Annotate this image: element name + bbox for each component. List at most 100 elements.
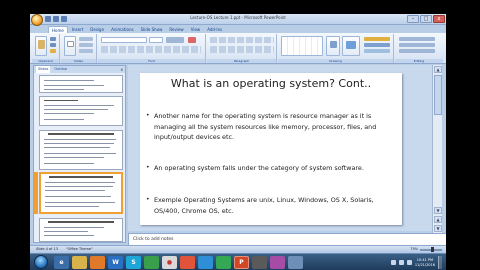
- zoom-slider-knob[interactable]: [431, 247, 434, 252]
- thumb-text-line: [45, 196, 111, 197]
- group-label-font: Font: [98, 59, 205, 63]
- scroll-thumb[interactable]: [434, 75, 442, 115]
- media-player-icon[interactable]: [90, 256, 105, 269]
- slide-title[interactable]: What is an operating system? Cont..: [140, 77, 402, 90]
- shape-effects-icon[interactable]: [364, 49, 390, 53]
- paste-button[interactable]: [35, 36, 47, 56]
- next-slide-button[interactable]: ▼: [434, 225, 442, 232]
- slide-thumbnail[interactable]: [39, 96, 123, 126]
- scroll-down-button[interactable]: ▼: [434, 207, 442, 214]
- bullet-item[interactable]: • Another name for the operating system …: [146, 111, 396, 143]
- network-icon[interactable]: [390, 260, 396, 265]
- close-button[interactable]: x: [433, 15, 445, 23]
- slide-thumbnail[interactable]: [39, 75, 123, 93]
- alignment-buttons[interactable]: [210, 46, 274, 53]
- font-size-select[interactable]: [149, 37, 163, 43]
- minimize-button[interactable]: –: [407, 15, 419, 23]
- thumb-text-line: [45, 206, 99, 207]
- pane-tabs: Slides Outline: [34, 66, 125, 73]
- arrange-button[interactable]: [326, 36, 340, 56]
- format-painter-icon[interactable]: [50, 49, 56, 53]
- flag-icon[interactable]: [406, 260, 412, 265]
- slide-thumbnail-selected[interactable]: [39, 172, 123, 214]
- bullet-marker: •: [146, 196, 150, 203]
- slide-editing-area: What is an operating system? Cont.. • An…: [128, 65, 432, 231]
- select-button[interactable]: [399, 49, 435, 53]
- previous-slide-button[interactable]: ▲: [434, 216, 442, 223]
- thumb-text-line: [45, 186, 113, 187]
- start-button[interactable]: [34, 255, 48, 269]
- clock[interactable]: 10:41 PM 11/21/2016: [415, 258, 435, 268]
- tab-design[interactable]: Design: [87, 26, 107, 33]
- group-label-slides: Slides: [61, 59, 96, 63]
- internet-explorer-icon[interactable]: e: [54, 256, 69, 269]
- shape-outline-icon[interactable]: [364, 43, 390, 47]
- list-buttons[interactable]: [210, 37, 274, 43]
- app-icon[interactable]: [198, 256, 213, 269]
- new-slide-button[interactable]: [64, 36, 76, 56]
- tab-slide-show[interactable]: Slide Show: [138, 26, 166, 33]
- tab-add-ins[interactable]: Add-Ins: [204, 26, 225, 33]
- delete-button[interactable]: [79, 49, 93, 53]
- group-clipboard: Clipboard: [32, 34, 60, 63]
- quick-styles-button[interactable]: [342, 36, 360, 56]
- show-desktop-button[interactable]: [438, 256, 442, 269]
- shape-fill-icon[interactable]: [364, 37, 390, 41]
- tab-view[interactable]: View: [188, 26, 204, 33]
- cut-icon[interactable]: [50, 37, 56, 41]
- app-icon[interactable]: [252, 256, 267, 269]
- taskbar: e W S ● P 10:41 PM 11/21/2016: [30, 253, 446, 270]
- zoom-level[interactable]: 75%: [410, 247, 418, 251]
- group-label-paragraph: Paragraph: [207, 59, 276, 63]
- slide-thumbnail[interactable]: [39, 130, 123, 170]
- office-button[interactable]: [31, 14, 43, 26]
- thumb-text-line: [44, 157, 104, 158]
- thumb-text-line: [44, 113, 94, 114]
- group-font: Font: [98, 34, 206, 63]
- thumb-text-line: [45, 202, 115, 203]
- maximize-button[interactable]: □: [420, 15, 432, 23]
- thumb-title-line: [49, 176, 113, 178]
- word-icon[interactable]: W: [108, 256, 123, 269]
- notes-placeholder: Click to add notes: [133, 237, 174, 242]
- font-name-select[interactable]: [101, 37, 147, 43]
- file-explorer-icon[interactable]: [72, 256, 87, 269]
- app-icon[interactable]: [288, 256, 303, 269]
- excel-icon[interactable]: [144, 256, 159, 269]
- reset-button[interactable]: [79, 43, 93, 47]
- bullet-item[interactable]: • An operating system falls under the ca…: [146, 163, 396, 174]
- window-controls: – □ x: [407, 15, 445, 23]
- copy-icon[interactable]: [50, 43, 56, 47]
- tab-insert[interactable]: Insert: [69, 26, 86, 33]
- chrome-icon[interactable]: ●: [162, 256, 177, 269]
- find-button[interactable]: [399, 37, 435, 41]
- zoom-slider[interactable]: [420, 247, 442, 252]
- tab-animations[interactable]: Animations: [108, 26, 136, 33]
- volume-icon[interactable]: [398, 260, 404, 265]
- thumb-text-line: [44, 143, 114, 144]
- close-icon[interactable]: x: [121, 67, 123, 72]
- powerpoint-taskbar-icon[interactable]: P: [234, 256, 249, 269]
- clear-formatting-icon[interactable]: [188, 37, 196, 43]
- bullet-item[interactable]: • Exemple Operating Systems are unix, Li…: [146, 195, 396, 216]
- app-icon[interactable]: [180, 256, 195, 269]
- font-format-buttons[interactable]: [101, 46, 201, 53]
- tab-slides[interactable]: Slides: [36, 66, 51, 73]
- shapes-gallery[interactable]: [281, 36, 323, 56]
- slide-canvas[interactable]: What is an operating system? Cont.. • An…: [140, 73, 402, 225]
- tab-review[interactable]: Review: [166, 26, 186, 33]
- selection-indicator: [34, 172, 38, 214]
- tab-outline[interactable]: Outline: [52, 66, 69, 73]
- app-icon[interactable]: [270, 256, 285, 269]
- thumb-text-line: [44, 80, 94, 81]
- layout-button[interactable]: [79, 37, 93, 41]
- skype-icon[interactable]: S: [126, 256, 141, 269]
- replace-button[interactable]: [399, 43, 435, 47]
- vertical-scrollbar[interactable]: ▲ ▼ ▲ ▼: [432, 65, 442, 237]
- font-grow-shrink-icon[interactable]: [166, 37, 184, 43]
- app-icon[interactable]: [216, 256, 231, 269]
- tab-home[interactable]: Home: [48, 26, 68, 33]
- slide-thumbnail[interactable]: [39, 218, 123, 242]
- scroll-up-button[interactable]: ▲: [434, 66, 442, 73]
- powerpoint-window: Lecture-OS Lecture 1.ppt - Microsoft Pow…: [30, 14, 446, 270]
